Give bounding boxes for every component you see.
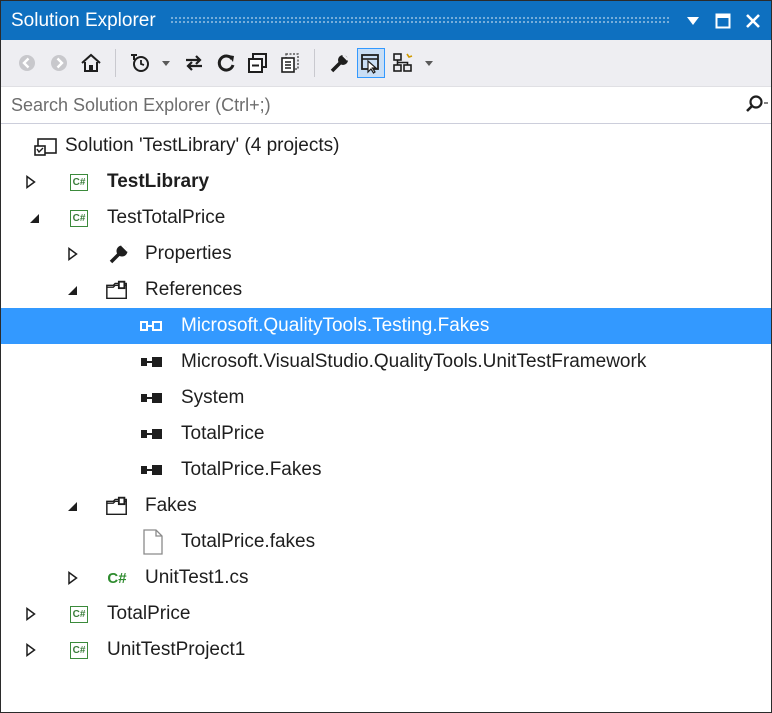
- title-bar[interactable]: Solution Explorer: [1, 1, 771, 40]
- pending-changes-filter-icon[interactable]: [126, 48, 154, 78]
- expand-arrow-icon[interactable]: [25, 175, 37, 189]
- assembly-reference-icon: [139, 314, 163, 338]
- toolbar-separator: [314, 49, 315, 77]
- tree-node-fakes-file[interactable]: TotalPrice.fakes: [1, 524, 771, 560]
- expand-arrow-icon[interactable]: [25, 607, 37, 621]
- home-icon[interactable]: [77, 48, 105, 78]
- folder-icon: [105, 494, 129, 518]
- title-bar-grip[interactable]: [169, 16, 669, 25]
- collapse-arrow-icon[interactable]: [67, 283, 79, 297]
- tree-node-project-totalprice[interactable]: C# TotalPrice: [1, 596, 771, 632]
- csharp-project-icon: C#: [67, 638, 91, 662]
- tree-node-unittest-file[interactable]: C# UnitTest1.cs: [1, 560, 771, 596]
- toolbar-separator: [115, 49, 116, 77]
- tree-node-project-testtotalprice[interactable]: C# TestTotalPrice: [1, 200, 771, 236]
- csharp-project-icon: C#: [67, 602, 91, 626]
- tree-node-label: Fakes: [145, 495, 197, 516]
- tree-node-reference-item[interactable]: Microsoft.VisualStudio.QualityTools.Unit…: [1, 344, 771, 380]
- tree-node-label: Properties: [145, 243, 232, 264]
- show-all-files-icon[interactable]: [276, 48, 304, 78]
- collapse-arrow-icon[interactable]: [29, 211, 41, 225]
- tree-node-label: TotalPrice.Fakes: [181, 459, 322, 480]
- search-icon[interactable]: [743, 93, 769, 117]
- class-view-dropdown-arrow-icon[interactable]: [421, 48, 437, 78]
- search-input[interactable]: [9, 93, 713, 117]
- tree-node-label: TotalPrice.fakes: [181, 531, 316, 552]
- filter-dropdown-arrow-icon[interactable]: [158, 48, 174, 78]
- csharp-file-icon-text: C#: [107, 569, 127, 587]
- window-title: Solution Explorer: [11, 9, 156, 31]
- tree-node-label: TotalPrice: [181, 423, 265, 444]
- assembly-reference-icon: [139, 350, 163, 374]
- tree-node-label: Solution 'TestLibrary' (4 projects): [65, 135, 340, 156]
- expand-arrow-icon[interactable]: [67, 571, 79, 585]
- csharp-project-icon: C#: [67, 206, 91, 230]
- assembly-reference-icon: [139, 458, 163, 482]
- assembly-reference-icon: [139, 422, 163, 446]
- dropdown-triangle-icon[interactable]: [681, 9, 705, 33]
- refresh-icon[interactable]: [212, 48, 240, 78]
- collapse-arrow-icon[interactable]: [67, 499, 79, 513]
- search-box[interactable]: [1, 87, 771, 124]
- solution-explorer-window: Solution Explorer Search Solution Explor…: [0, 0, 772, 713]
- tree-node-properties[interactable]: Properties: [1, 236, 771, 272]
- tree-node-label: TotalPrice: [107, 603, 191, 624]
- tree-node-label: UnitTestProject1: [107, 639, 246, 660]
- maximize-icon[interactable]: [711, 9, 735, 33]
- collapse-all-icon[interactable]: [244, 48, 272, 78]
- sync-with-active-document-icon[interactable]: [180, 48, 208, 78]
- references-folder-icon: [105, 278, 129, 302]
- back-icon[interactable]: [13, 48, 41, 78]
- expand-arrow-icon[interactable]: [67, 247, 79, 261]
- tree-node-fakes-folder[interactable]: Fakes: [1, 488, 771, 524]
- tree-node-project-testlibrary[interactable]: C# TestLibrary: [1, 164, 771, 200]
- tree-node-solution[interactable]: Solution 'TestLibrary' (4 projects): [1, 128, 771, 164]
- tree-node-project-unittestproject1[interactable]: C# UnitTestProject1: [1, 632, 771, 668]
- solution-icon: [34, 134, 58, 158]
- csharp-project-icon-text: C#: [70, 641, 88, 659]
- tree-node-reference-item[interactable]: TotalPrice.Fakes: [1, 452, 771, 488]
- csharp-file-icon: C#: [105, 566, 129, 590]
- properties-icon[interactable]: [325, 48, 353, 78]
- tree-node-reference-item[interactable]: Microsoft.QualityTools.Testing.Fakes: [1, 308, 771, 344]
- tree-node-label: References: [145, 279, 243, 300]
- tree-node-references[interactable]: References: [1, 272, 771, 308]
- expand-arrow-icon[interactable]: [25, 643, 37, 657]
- class-view-icon[interactable]: [389, 48, 417, 78]
- file-icon: [141, 528, 165, 556]
- tree-node-label: TestTotalPrice: [107, 207, 226, 228]
- forward-icon[interactable]: [45, 48, 73, 78]
- tree-node-label: UnitTest1.cs: [145, 567, 249, 588]
- csharp-project-icon-text: C#: [70, 605, 88, 623]
- tree-node-label: Microsoft.VisualStudio.QualityTools.Unit…: [181, 351, 647, 372]
- csharp-project-icon-text: C#: [70, 209, 88, 227]
- tree-node-reference-item[interactable]: System: [1, 380, 771, 416]
- tree-node-reference-item[interactable]: TotalPrice: [1, 416, 771, 452]
- tree-node-label: TestLibrary: [107, 171, 210, 192]
- toolbar: [1, 40, 771, 87]
- wrench-icon: [107, 242, 131, 266]
- preview-selected-items-icon[interactable]: [357, 48, 385, 78]
- tree-node-label: Microsoft.QualityTools.Testing.Fakes: [181, 315, 490, 336]
- close-icon[interactable]: [741, 9, 765, 33]
- assembly-reference-icon: [139, 386, 163, 410]
- csharp-project-icon-text: C#: [70, 173, 88, 191]
- tree-node-label: System: [181, 387, 245, 408]
- csharp-project-icon: C#: [67, 170, 91, 194]
